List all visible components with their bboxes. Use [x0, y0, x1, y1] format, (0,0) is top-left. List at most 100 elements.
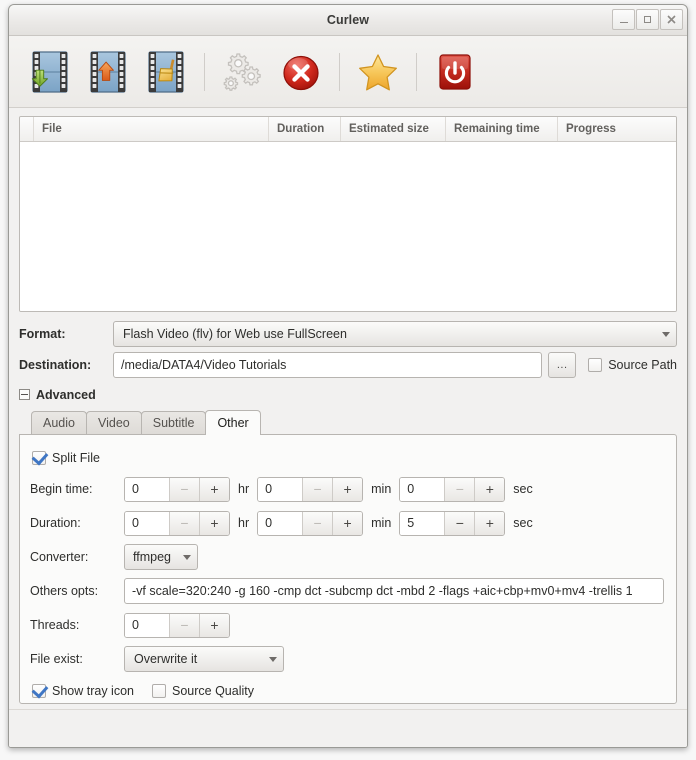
begin-time-minute-value[interactable]: 0 [258, 478, 302, 501]
converter-combo[interactable]: ffmpeg [124, 544, 198, 570]
destination-label: Destination: [19, 358, 107, 372]
tab-audio[interactable]: Audio [31, 411, 87, 434]
duration-minute-unit: min [371, 516, 391, 530]
begin-time-minute-increment[interactable]: + [332, 478, 362, 501]
column-header-estimated-size[interactable]: Estimated size [341, 117, 446, 141]
begin-time-minute-unit: min [371, 482, 391, 496]
bottom-checkbox-row: Show tray icon Source Quality [30, 676, 666, 706]
format-label: Format: [19, 327, 107, 341]
advanced-label: Advanced [36, 388, 96, 402]
file-list-body[interactable] [20, 142, 676, 311]
film-green-down-arrow-icon [27, 49, 73, 95]
advanced-notebook: Audio Video Subtitle Other Split File Be… [19, 410, 677, 704]
duration-minute-spinner[interactable]: 0 − + [257, 511, 363, 536]
file-list[interactable]: File Duration Estimated size Remaining t… [19, 116, 677, 312]
format-row: Format: Flash Video (flv) for Web use Fu… [9, 318, 687, 351]
duration-hour-unit: hr [238, 516, 249, 530]
destination-row: Destination: /media/DATA4/Video Tutorial… [9, 351, 687, 380]
row-grip-column [20, 117, 34, 141]
begin-time-hour-decrement[interactable]: − [169, 478, 199, 501]
threads-label: Threads: [30, 618, 118, 632]
begin-time-second-spinner[interactable]: 0 − + [399, 477, 505, 502]
split-file-checkbox[interactable] [32, 451, 46, 465]
duration-label: Duration: [30, 516, 118, 530]
file-list-header: File Duration Estimated size Remaining t… [20, 117, 676, 142]
gears-icon [220, 49, 266, 95]
format-combo[interactable]: Flash Video (flv) for Web use FullScreen [113, 321, 677, 347]
column-header-remaining-time[interactable]: Remaining time [446, 117, 558, 141]
tab-bar: Audio Video Subtitle Other [19, 410, 677, 434]
source-path-checkbox[interactable] [588, 358, 602, 372]
begin-time-minute-decrement[interactable]: − [302, 478, 332, 501]
duration-second-value[interactable]: 5 [400, 512, 444, 535]
clear-list-button[interactable] [139, 44, 193, 100]
column-header-duration[interactable]: Duration [269, 117, 341, 141]
begin-time-minute-spinner[interactable]: 0 − + [257, 477, 363, 502]
quit-button[interactable] [428, 44, 482, 100]
split-file-row: Split File [30, 444, 666, 472]
begin-time-hour-spinner[interactable]: 0 − + [124, 477, 230, 502]
threads-spinner[interactable]: 0 − + [124, 613, 230, 638]
duration-minute-value[interactable]: 0 [258, 512, 302, 535]
converter-value: ffmpeg [133, 550, 171, 564]
duration-hour-decrement[interactable]: − [169, 512, 199, 535]
column-header-progress[interactable]: Progress [558, 117, 676, 141]
chevron-down-icon [183, 555, 191, 560]
file-exist-value: Overwrite it [134, 652, 197, 666]
duration-minute-increment[interactable]: + [332, 512, 362, 535]
threads-increment[interactable]: + [199, 614, 229, 637]
title-bar: Curlew [9, 5, 687, 36]
duration-minute-decrement[interactable]: − [302, 512, 332, 535]
others-opts-input[interactable]: -vf scale=320:240 -g 160 -cmp dct -subcm… [124, 578, 664, 604]
tab-subtitle[interactable]: Subtitle [141, 411, 207, 434]
advanced-expander[interactable]: Advanced [9, 385, 687, 404]
begin-time-second-value[interactable]: 0 [400, 478, 444, 501]
show-tray-icon-checkbox[interactable] [32, 684, 46, 698]
minimize-icon [620, 22, 628, 23]
close-button[interactable] [660, 9, 683, 30]
begin-time-second-decrement[interactable]: − [444, 478, 474, 501]
toolbar-separator [416, 53, 417, 91]
duration-hour-spinner[interactable]: 0 − + [124, 511, 230, 536]
add-files-button[interactable] [23, 44, 77, 100]
source-quality-checkbox[interactable] [152, 684, 166, 698]
others-opts-row: Others opts: -vf scale=320:240 -g 160 -c… [30, 574, 666, 608]
maximize-icon [644, 16, 651, 23]
threads-decrement[interactable]: − [169, 614, 199, 637]
begin-time-second-increment[interactable]: + [474, 478, 504, 501]
duration-hour-increment[interactable]: + [199, 512, 229, 535]
converter-label: Converter: [30, 550, 118, 564]
duration-second-unit: sec [513, 516, 532, 530]
destination-input[interactable]: /media/DATA4/Video Tutorials [113, 352, 542, 378]
file-exist-combo[interactable]: Overwrite it [124, 646, 284, 672]
file-exist-label: File exist: [30, 652, 118, 666]
duration-second-decrement[interactable]: − [444, 512, 474, 535]
duration-second-increment[interactable]: + [474, 512, 504, 535]
film-broom-icon [143, 49, 189, 95]
file-exist-row: File exist: Overwrite it [30, 642, 666, 676]
remove-files-button[interactable] [81, 44, 135, 100]
minimize-button[interactable] [612, 9, 635, 30]
threads-value[interactable]: 0 [125, 614, 169, 637]
others-opts-label: Others opts: [30, 584, 118, 598]
begin-time-hour-increment[interactable]: + [199, 478, 229, 501]
column-header-file[interactable]: File [34, 117, 269, 141]
toolbar-separator [339, 53, 340, 91]
begin-time-second-unit: sec [513, 482, 532, 496]
browse-button[interactable]: ... [548, 352, 576, 378]
begin-time-hour-value[interactable]: 0 [125, 478, 169, 501]
source-quality-label: Source Quality [172, 684, 254, 698]
tab-other[interactable]: Other [205, 410, 260, 435]
duration-hour-value[interactable]: 0 [125, 512, 169, 535]
format-value: Flash Video (flv) for Web use FullScreen [123, 327, 347, 341]
split-file-label: Split File [52, 451, 100, 465]
duration-second-spinner[interactable]: 5 − + [399, 511, 505, 536]
tab-video[interactable]: Video [86, 411, 142, 434]
convert-button[interactable] [216, 44, 270, 100]
status-bar [9, 709, 687, 747]
show-tray-icon-label: Show tray icon [52, 684, 134, 698]
about-button[interactable] [351, 44, 405, 100]
stop-button[interactable] [274, 44, 328, 100]
maximize-button[interactable] [636, 9, 659, 30]
window-title: Curlew [327, 13, 369, 27]
